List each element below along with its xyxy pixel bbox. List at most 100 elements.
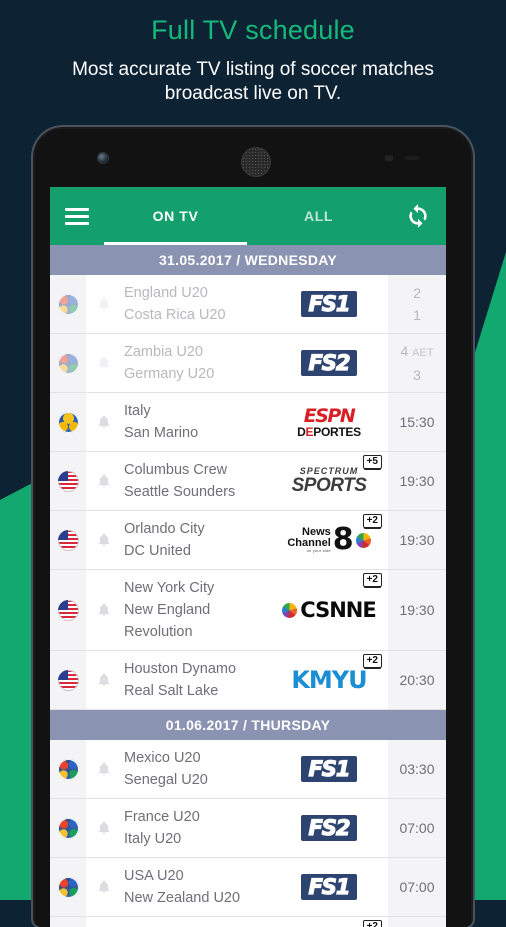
- match-channel-cell[interactable]: ESPN DEPORTES: [270, 393, 388, 451]
- table-row[interactable]: Houston Dynamo Real Salt Lake KMYU +2 20:30: [50, 651, 446, 710]
- match-reminder-cell[interactable]: [86, 393, 122, 451]
- match-channel-cell[interactable]: FS1: [270, 275, 388, 333]
- promo-subheadline: Most accurate TV listing of soccer match…: [72, 58, 434, 105]
- match-away-team: Costa Rica U20: [124, 307, 226, 323]
- bell-icon[interactable]: [97, 602, 111, 618]
- extra-channels-badge[interactable]: +2: [362, 573, 382, 587]
- match-time-cell: 19:30: [388, 452, 446, 510]
- match-time-cell: 07:00: [388, 799, 446, 857]
- channel-logo-spectrum-sports: SPECTRUM SPORTS: [291, 466, 367, 496]
- proximity-sensor-icon: [385, 155, 393, 161]
- tab-all[interactable]: ALL: [247, 187, 390, 245]
- extra-channels-badge[interactable]: +2: [362, 654, 382, 668]
- euro-badge: [57, 411, 79, 433]
- match-competition-cell: [50, 858, 86, 916]
- match-home-team: Mexico U20: [124, 750, 201, 766]
- world-u20-badge: [57, 758, 79, 780]
- extra-channels-badge[interactable]: +5: [362, 455, 382, 469]
- extra-channels-badge[interactable]: +2: [362, 920, 382, 927]
- match-home-team: Columbus Crew: [124, 462, 228, 478]
- channel-logo-news-channel-8: News Channel on your side 8: [287, 525, 371, 555]
- table-row[interactable]: Italy San Marino ESPN DEPORTES 15:30: [50, 393, 446, 452]
- match-away-team: New Zealand U20: [124, 890, 241, 906]
- tab-on-tv[interactable]: ON TV: [104, 187, 247, 245]
- match-competition-cell: [50, 799, 86, 857]
- match-home-score: 4 AET: [400, 343, 434, 359]
- match-reminder-cell[interactable]: [86, 275, 122, 333]
- usa-flag-badge: [57, 529, 79, 551]
- table-row[interactable]: USA U20 New Zealand U20 FS1 07:00: [50, 858, 446, 917]
- match-home-team: Orlando City: [124, 521, 205, 537]
- match-home-team: Houston Dynamo: [124, 661, 237, 677]
- match-channel-cell[interactable]: FS1: [270, 740, 388, 798]
- table-row[interactable]: Mexico U20 Senegal U20 FS1 03:30: [50, 740, 446, 799]
- match-time: 03:30: [399, 761, 435, 777]
- phone-screen: ON TV ALL 31.05.2017 / WEDNESDAY England …: [50, 187, 446, 927]
- match-channel-cell[interactable]: SPECTRUM SPORTS +5: [270, 452, 388, 510]
- match-channel-cell[interactable]: CSNNE +2: [270, 570, 388, 650]
- bell-icon[interactable]: [97, 414, 111, 430]
- table-row[interactable]: England U20 Costa Rica U20 FS1 2 1: [50, 275, 446, 334]
- match-reminder-cell[interactable]: [86, 917, 122, 927]
- extra-channels-badge[interactable]: +2: [362, 514, 382, 528]
- table-row[interactable]: +2: [50, 917, 446, 927]
- match-channel-cell[interactable]: KMYU +2: [270, 651, 388, 709]
- match-channel-cell[interactable]: FS2: [270, 799, 388, 857]
- match-channel-cell[interactable]: +2: [270, 917, 388, 927]
- match-reminder-cell[interactable]: [86, 570, 122, 650]
- match-reminder-cell[interactable]: [86, 740, 122, 798]
- match-reminder-cell[interactable]: [86, 858, 122, 916]
- match-teams-cell: England U20 Costa Rica U20: [122, 275, 270, 333]
- match-time: 20:30: [399, 672, 435, 688]
- bell-icon[interactable]: [97, 532, 111, 548]
- promo-headline: Full TV schedule: [151, 15, 355, 45]
- match-reminder-cell[interactable]: [86, 334, 122, 392]
- match-teams-cell: New York City New England Revolution: [122, 570, 270, 650]
- match-competition-cell: [50, 511, 86, 569]
- match-reminder-cell[interactable]: [86, 452, 122, 510]
- match-teams-cell: Mexico U20 Senegal U20: [122, 740, 270, 798]
- table-row[interactable]: France U20 Italy U20 FS2 07:00: [50, 799, 446, 858]
- table-row[interactable]: New York City New England Revolution CSNNE +…: [50, 570, 446, 651]
- match-reminder-cell[interactable]: [86, 799, 122, 857]
- refresh-icon[interactable]: [390, 187, 446, 245]
- match-reminder-cell[interactable]: [86, 511, 122, 569]
- match-teams-cell: France U20 Italy U20: [122, 799, 270, 857]
- bell-icon[interactable]: [97, 355, 111, 371]
- match-channel-cell[interactable]: News Channel on your side 8 +2: [270, 511, 388, 569]
- usa-flag-badge: [57, 669, 79, 691]
- channel-logo-kmyu: KMYU: [291, 666, 367, 694]
- app-bar: ON TV ALL: [50, 187, 446, 245]
- match-competition-cell: [50, 393, 86, 451]
- match-reminder-cell[interactable]: [86, 651, 122, 709]
- phone-mockup: ON TV ALL 31.05.2017 / WEDNESDAY England …: [33, 127, 473, 927]
- bell-icon[interactable]: [97, 761, 111, 777]
- match-teams-cell: Italy San Marino: [122, 393, 270, 451]
- bell-icon[interactable]: [97, 296, 111, 312]
- date-header: 01.06.2017 / THURSDAY: [50, 710, 446, 740]
- bell-icon[interactable]: [97, 820, 111, 836]
- tab-bar: ON TV ALL: [104, 187, 390, 245]
- light-sensor-icon: [405, 156, 419, 160]
- match-teams-cell: [122, 917, 270, 927]
- bell-icon[interactable]: [97, 473, 111, 489]
- match-time-cell: 15:30: [388, 393, 446, 451]
- channel-logo-csnne: CSNNE: [282, 598, 377, 622]
- table-row[interactable]: Zambia U20 Germany U20 FS2 4 AET 3: [50, 334, 446, 393]
- match-channel-cell[interactable]: FS2: [270, 334, 388, 392]
- match-time-cell: 19:30: [388, 511, 446, 569]
- table-row[interactable]: Columbus Crew Seattle Sounders SPECTRUM SPO…: [50, 452, 446, 511]
- bell-icon[interactable]: [97, 879, 111, 895]
- match-time-cell: 4 AET 3: [388, 334, 446, 392]
- match-teams-cell: Zambia U20 Germany U20: [122, 334, 270, 392]
- schedule-list[interactable]: 31.05.2017 / WEDNESDAY England U20 Costa R…: [50, 245, 446, 927]
- match-teams-cell: Orlando City DC United: [122, 511, 270, 569]
- table-row[interactable]: Orlando City DC United News Channel on your …: [50, 511, 446, 570]
- match-away-team: Germany U20: [124, 366, 215, 382]
- match-time-cell: 07:00: [388, 858, 446, 916]
- front-camera-icon: [98, 153, 108, 163]
- bell-icon[interactable]: [97, 672, 111, 688]
- match-time-cell: [388, 917, 446, 927]
- hamburger-menu-icon[interactable]: [50, 187, 104, 245]
- match-channel-cell[interactable]: FS1: [270, 858, 388, 916]
